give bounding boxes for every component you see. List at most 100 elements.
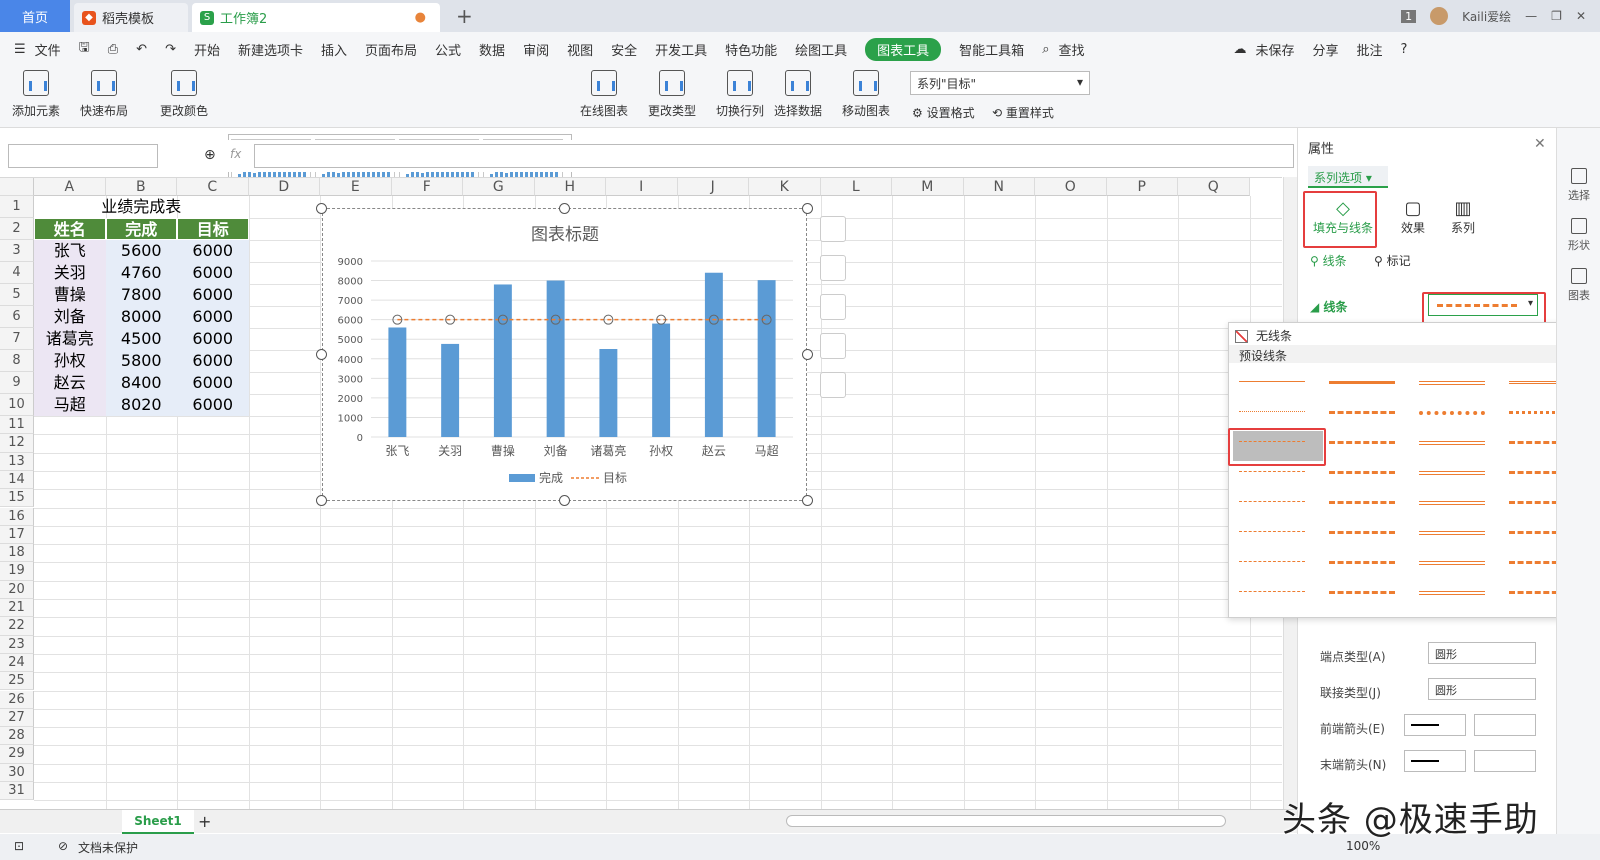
resize-handle[interactable] — [802, 203, 813, 214]
restore-icon[interactable]: ❐ — [1551, 9, 1562, 23]
row-header-26[interactable]: 26 — [0, 690, 34, 709]
row-header-25[interactable]: 25 — [0, 672, 34, 691]
row-header-5[interactable]: 5 — [0, 284, 34, 306]
no-line-option[interactable]: 无线条 — [1235, 327, 1292, 344]
line-section-header[interactable]: ◢ 线条 — [1310, 298, 1347, 315]
resize-handle[interactable] — [316, 349, 327, 360]
chart-elements-icon[interactable] — [820, 216, 846, 242]
chart-online-icon[interactable] — [820, 333, 846, 359]
tab-home[interactable]: 首页 — [0, 0, 70, 32]
subtab-marker[interactable]: ⚲ 标记 — [1374, 252, 1411, 269]
add-tab-button[interactable]: + — [456, 4, 473, 28]
column-header-A[interactable]: A — [34, 178, 106, 196]
row-header-16[interactable]: 16 — [0, 507, 34, 526]
chart-settings-gear-icon[interactable] — [820, 372, 846, 398]
set-format-button[interactable]: ⚙ 设置格式 — [912, 104, 975, 121]
preset-line-option[interactable] — [1329, 411, 1395, 414]
row-header-17[interactable]: 17 — [0, 525, 34, 545]
preset-line-option[interactable] — [1329, 471, 1395, 474]
menu-developer[interactable]: 开发工具 — [655, 40, 707, 59]
zoom-level[interactable]: 100% — [1346, 839, 1380, 853]
preset-line-option[interactable] — [1239, 411, 1305, 412]
resize-handle[interactable] — [316, 495, 327, 506]
row-header-14[interactable]: 14 — [0, 470, 34, 490]
table-cell[interactable]: 5800 — [105, 350, 177, 372]
minimize-icon[interactable]: — — [1525, 9, 1537, 23]
table-cell[interactable]: 5600 — [105, 240, 177, 262]
end-arrow-select[interactable] — [1404, 750, 1466, 772]
table-cell[interactable]: 6000 — [177, 394, 249, 416]
table-cell[interactable]: 6000 — [177, 240, 249, 262]
rail-select-button[interactable]: 选择 — [1559, 168, 1599, 203]
add-element-button[interactable]: 添加元素 — [12, 70, 60, 119]
column-header-M[interactable]: M — [892, 178, 964, 196]
preset-line-option[interactable] — [1419, 561, 1485, 565]
table-cell[interactable]: 4760 — [105, 262, 177, 284]
column-header-I[interactable]: I — [606, 178, 678, 196]
series-tab[interactable]: ▥ 系列 — [1438, 192, 1488, 244]
preset-line-option[interactable] — [1329, 381, 1395, 384]
row-header-10[interactable]: 10 — [0, 394, 34, 416]
reset-style-button[interactable]: ⟲ 重置样式 — [992, 104, 1054, 121]
table-cell[interactable]: 赵云 — [34, 372, 106, 394]
avatar[interactable] — [1430, 7, 1449, 25]
sheet-tab[interactable]: Sheet1 — [122, 810, 194, 834]
row-header-9[interactable]: 9 — [0, 372, 34, 394]
menu-view[interactable]: 视图 — [567, 40, 593, 59]
tab-workbook[interactable]: S 工作簿2 ● — [192, 3, 440, 32]
menu-drawing-tools[interactable]: 绘图工具 — [795, 40, 847, 59]
series-options-tab[interactable]: 系列选项 ▾ — [1308, 166, 1388, 188]
table-cell[interactable]: 姓名 — [34, 218, 106, 240]
tab-template[interactable]: ◆ 稻壳模板 — [74, 3, 188, 32]
column-header-G[interactable]: G — [463, 178, 535, 196]
menu-search[interactable]: 查找 — [1058, 40, 1084, 59]
preset-line-option[interactable] — [1419, 591, 1485, 595]
menu-insert[interactable]: 插入 — [321, 40, 347, 59]
menu-smart-toolbox[interactable]: 智能工具箱 — [959, 40, 1024, 59]
print-icon[interactable]: ⎙ — [108, 42, 118, 57]
menu-page-layout[interactable]: 页面布局 — [365, 40, 417, 59]
table-cell[interactable]: 8000 — [105, 306, 177, 328]
table-cell[interactable]: 马超 — [34, 394, 106, 416]
row-header-20[interactable]: 20 — [0, 580, 34, 599]
row-header-28[interactable]: 28 — [0, 727, 34, 746]
preset-line-option[interactable] — [1239, 531, 1305, 532]
preset-line-option[interactable] — [1329, 561, 1395, 564]
preset-line-option[interactable] — [1239, 591, 1305, 592]
table-cell[interactable]: 刘备 — [34, 306, 106, 328]
panel-title[interactable]: 属性 — [1308, 138, 1334, 157]
column-header-N[interactable]: N — [963, 178, 1035, 196]
effect-tab[interactable]: ▢ 效果 — [1388, 192, 1438, 244]
end-arrow-size-select[interactable] — [1474, 750, 1536, 772]
table-cell[interactable]: 张飞 — [34, 240, 106, 262]
preset-line-option[interactable] — [1419, 411, 1485, 415]
column-header-C[interactable]: C — [177, 178, 249, 196]
row-header-2[interactable]: 2 — [0, 218, 34, 240]
row-header-27[interactable]: 27 — [0, 708, 34, 728]
table-cell[interactable]: 6000 — [177, 262, 249, 284]
table-cell[interactable]: 目标 — [177, 218, 249, 240]
chart-filter-icon[interactable] — [820, 294, 846, 320]
preset-line-option[interactable] — [1329, 531, 1395, 534]
table-cell[interactable]: 6000 — [177, 372, 249, 394]
preset-line-option[interactable] — [1419, 441, 1485, 445]
row-header-31[interactable]: 31 — [0, 782, 34, 801]
menu-data[interactable]: 数据 — [479, 40, 505, 59]
change-color-button[interactable]: 更改颜色 — [160, 70, 208, 119]
quick-layout-button[interactable]: 快速布局 — [80, 70, 128, 119]
row-header-21[interactable]: 21 — [0, 599, 34, 618]
select-all-corner[interactable] — [0, 178, 34, 196]
preset-line-option[interactable] — [1239, 471, 1305, 472]
table-cell[interactable]: 6000 — [177, 328, 249, 350]
preset-line-option[interactable] — [1329, 591, 1395, 594]
row-header-12[interactable]: 12 — [0, 434, 34, 453]
column-header-H[interactable]: H — [534, 178, 606, 196]
hamburger-icon[interactable]: ☰ — [14, 42, 26, 57]
chart-style-brush-icon[interactable] — [820, 255, 846, 281]
table-cell[interactable]: 业绩完成表 — [34, 196, 249, 218]
table-cell[interactable]: 6000 — [177, 350, 249, 372]
protect-status[interactable]: 文档未保护 — [78, 839, 138, 856]
row-header-8[interactable]: 8 — [0, 350, 34, 372]
row-header-30[interactable]: 30 — [0, 763, 34, 782]
comment-button[interactable]: 批注 — [1357, 40, 1383, 59]
